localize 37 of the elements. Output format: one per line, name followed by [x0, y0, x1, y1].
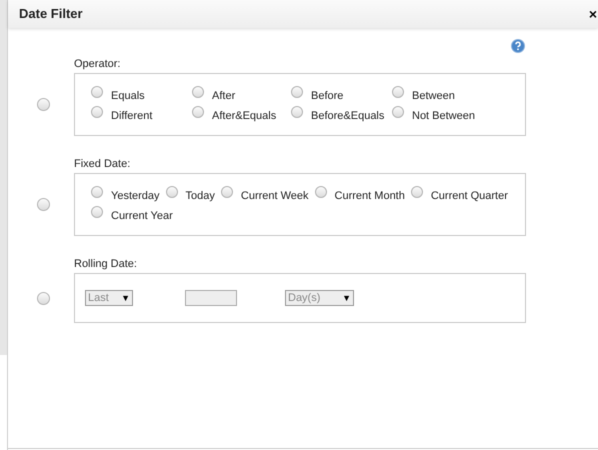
option-label: Today — [186, 189, 215, 203]
option-label: Current Quarter — [430, 189, 508, 203]
radio-button[interactable] — [192, 86, 204, 98]
option-label: Not Between — [412, 109, 475, 123]
option-label: Before — [311, 89, 344, 103]
radio-button[interactable] — [314, 186, 327, 198]
radio-button[interactable] — [91, 86, 103, 98]
option-label: Before&Equals — [311, 109, 384, 123]
radio-button[interactable] — [410, 186, 423, 198]
radio-button[interactable] — [220, 186, 233, 198]
radio-button[interactable] — [392, 86, 404, 98]
help-icon[interactable] — [511, 39, 525, 53]
section-label: Fixed Date: — [74, 157, 132, 171]
option-label: Current Month — [334, 189, 405, 203]
option-label: Equals — [111, 89, 145, 103]
option-label: After&Equals — [212, 109, 276, 123]
radio-button[interactable] — [91, 106, 103, 118]
option-label: After — [212, 89, 236, 103]
option-label: Different — [111, 109, 152, 123]
radio-button[interactable] — [192, 106, 204, 118]
section-label: Rolling Date: — [74, 257, 138, 271]
option-label: Between — [412, 89, 455, 103]
radio-button[interactable] — [291, 106, 303, 118]
radio-button[interactable] — [91, 206, 103, 218]
option-label: Current Year — [111, 209, 173, 223]
radio-button[interactable] — [392, 106, 404, 118]
radio-button[interactable] — [36, 292, 50, 304]
close-button[interactable]: × — [588, 7, 597, 21]
radio-button[interactable] — [36, 198, 50, 211]
radio-button[interactable] — [91, 186, 103, 198]
radio-button[interactable] — [291, 86, 303, 98]
dialog-title: Date Filter — [19, 5, 83, 24]
option-label: Current Week — [240, 189, 309, 203]
radio-button[interactable] — [36, 98, 50, 111]
section-label: Operator: — [74, 57, 122, 71]
option-label: Yesterday — [111, 189, 160, 203]
radio-button[interactable] — [166, 186, 178, 198]
